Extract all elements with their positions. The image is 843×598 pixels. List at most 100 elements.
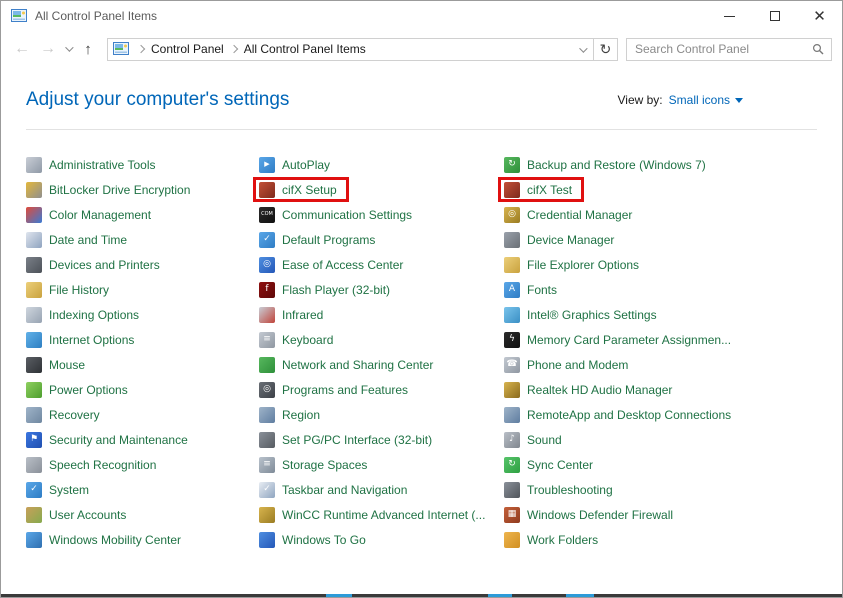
item-row: Work Folders: [504, 527, 834, 552]
control-panel-item-phone-and-modem[interactable]: ☎Phone and Modem: [504, 357, 628, 373]
control-panel-item-windows-defender-firewall[interactable]: ▦Windows Defender Firewall: [504, 507, 673, 523]
realtek-hd-audio-manager-icon: [504, 382, 520, 398]
control-panel-item-troubleshooting[interactable]: Troubleshooting: [504, 482, 613, 498]
control-panel-item-label: File Explorer Options: [527, 258, 639, 272]
control-panel-item-autoplay[interactable]: ▶AutoPlay: [259, 157, 330, 173]
control-panel-item-work-folders[interactable]: Work Folders: [504, 532, 598, 548]
control-panel-item-flash-player[interactable]: fFlash Player (32-bit): [259, 282, 390, 298]
control-panel-item-devices-and-printers[interactable]: Devices and Printers: [26, 257, 160, 273]
troubleshooting-icon: [504, 482, 520, 498]
ease-of-access-center-icon: ◎: [259, 257, 275, 273]
control-panel-item-network-and-sharing-center[interactable]: Network and Sharing Center: [259, 357, 433, 373]
control-panel-item-date-and-time[interactable]: Date and Time: [26, 232, 127, 248]
indexing-options-icon: [26, 307, 42, 323]
sync-center-icon: ↻: [504, 457, 520, 473]
control-panel-item-label: Intel® Graphics Settings: [527, 308, 657, 322]
control-panel-item-region[interactable]: Region: [259, 407, 320, 423]
control-panel-item-file-explorer-options[interactable]: File Explorer Options: [504, 257, 639, 273]
minimize-button[interactable]: [707, 1, 752, 31]
item-row: cifX Test: [504, 177, 834, 202]
control-panel-item-sync-center[interactable]: ↻Sync Center: [504, 457, 593, 473]
item-row: User Accounts: [26, 502, 256, 527]
control-panel-item-cifx-test[interactable]: cifX Test: [504, 182, 572, 198]
control-panel-item-remoteapp-and-desktop-connections[interactable]: RemoteApp and Desktop Connections: [504, 407, 731, 423]
control-panel-item-realtek-hd-audio-manager[interactable]: Realtek HD Audio Manager: [504, 382, 672, 398]
control-panel-item-programs-and-features[interactable]: ◎ Programs and Features: [259, 382, 408, 398]
address-bar[interactable]: Control Panel All Control Panel Items ↻: [107, 38, 618, 61]
control-panel-item-label: Realtek HD Audio Manager: [527, 383, 672, 397]
control-panel-item-system[interactable]: ✓System: [26, 482, 89, 498]
control-panel-item-user-accounts[interactable]: User Accounts: [26, 507, 126, 523]
control-panel-item-internet-options[interactable]: Internet Options: [26, 332, 134, 348]
recent-pages-chevron-icon[interactable]: [65, 43, 73, 51]
control-panel-item-administrative-tools[interactable]: Administrative Tools: [26, 157, 156, 173]
item-row: ✓System: [26, 477, 256, 502]
control-panel-item-label: Programs and Features: [282, 383, 408, 397]
search-input[interactable]: [627, 42, 812, 56]
view-by-dropdown[interactable]: Small icons: [669, 93, 743, 107]
control-panel-item-bitlocker-drive-encryption[interactable]: BitLocker Drive Encryption: [26, 182, 190, 198]
control-panel-item-sound[interactable]: ♪Sound: [504, 432, 562, 448]
control-panel-item-label: Storage Spaces: [282, 458, 367, 472]
control-panel-item-taskbar-and-navigation[interactable]: ✓Taskbar and Navigation: [259, 482, 407, 498]
control-panel-item-label: Sound: [527, 433, 562, 447]
breadcrumb-chevron-icon[interactable]: [137, 45, 145, 53]
control-panel-item-label: Mouse: [49, 358, 85, 372]
view-by-value: Small icons: [669, 93, 730, 107]
control-panel-item-ease-of-access-center[interactable]: ◎Ease of Access Center: [259, 257, 403, 273]
control-panel-item-memory-card-parameter-assignment[interactable]: ϟMemory Card Parameter Assignmen...: [504, 332, 731, 348]
forward-button[interactable]: →: [35, 41, 61, 57]
search-icon[interactable]: [812, 43, 824, 55]
control-panel-window: All Control Panel Items ✕ ← → ↑ Control …: [0, 0, 843, 598]
control-panel-item-power-options[interactable]: Power Options: [26, 382, 128, 398]
control-panel-item-fonts[interactable]: AFonts: [504, 282, 557, 298]
control-panel-item-label: Default Programs: [282, 233, 375, 247]
item-row: ≡Storage Spaces: [259, 452, 501, 477]
header-divider: [26, 129, 817, 130]
control-panel-item-label: Internet Options: [49, 333, 134, 347]
breadcrumb-chevron-icon[interactable]: [229, 45, 237, 53]
control-panel-item-indexing-options[interactable]: Indexing Options: [26, 307, 139, 323]
control-panel-item-cifx-setup[interactable]: cifX Setup: [259, 182, 337, 198]
item-row: ✓Taskbar and Navigation: [259, 477, 501, 502]
control-panel-item-windows-mobility-center[interactable]: Windows Mobility Center: [26, 532, 181, 548]
control-panel-item-label: System: [49, 483, 89, 497]
control-panel-item-intel-graphics-settings[interactable]: Intel® Graphics Settings: [504, 307, 657, 323]
up-button[interactable]: ↑: [75, 42, 101, 57]
control-panel-item-recovery[interactable]: Recovery: [26, 407, 100, 423]
control-panel-item-security-and-maintenance[interactable]: ⚑Security and Maintenance: [26, 432, 188, 448]
address-dropdown-button[interactable]: [571, 40, 593, 58]
item-row: Recovery: [26, 402, 256, 427]
back-button[interactable]: ←: [9, 41, 35, 57]
intel-graphics-settings-icon: [504, 307, 520, 323]
item-row: ◎Credential Manager: [504, 202, 834, 227]
control-panel-item-file-history[interactable]: File History: [26, 282, 109, 298]
programs-and-features-icon: ◎: [259, 382, 275, 398]
control-panel-item-label: Troubleshooting: [527, 483, 613, 497]
control-panel-item-label: Color Management: [49, 208, 151, 222]
control-panel-item-speech-recognition[interactable]: Speech Recognition: [26, 457, 156, 473]
breadcrumb-control-panel[interactable]: Control Panel: [151, 42, 224, 56]
infrared-icon: [259, 307, 275, 323]
control-panel-item-credential-manager[interactable]: ◎Credential Manager: [504, 207, 632, 223]
control-panel-item-color-management[interactable]: Color Management: [26, 207, 151, 223]
maximize-button[interactable]: [752, 1, 797, 31]
control-panel-item-backup-and-restore[interactable]: ↻Backup and Restore (Windows 7): [504, 157, 706, 173]
control-panel-item-label: Infrared: [282, 308, 323, 322]
items-column-3: ↻Backup and Restore (Windows 7) cifX Test…: [504, 152, 834, 552]
control-panel-item-keyboard[interactable]: ≡Keyboard: [259, 332, 333, 348]
control-panel-item-windows-to-go[interactable]: Windows To Go: [259, 532, 366, 548]
control-panel-item-infrared[interactable]: Infrared: [259, 307, 323, 323]
control-panel-item-storage-spaces[interactable]: ≡Storage Spaces: [259, 457, 367, 473]
refresh-button[interactable]: ↻: [593, 39, 617, 60]
close-button[interactable]: ✕: [797, 1, 842, 31]
breadcrumb-all-control-panel-items[interactable]: All Control Panel Items: [244, 42, 366, 56]
control-panel-item-wincc-runtime-advanced-internet[interactable]: WinCC Runtime Advanced Internet (...: [259, 507, 485, 523]
control-panel-item-label: Speech Recognition: [49, 458, 156, 472]
item-row: Mouse: [26, 352, 256, 377]
control-panel-item-default-programs[interactable]: ✓Default Programs: [259, 232, 375, 248]
control-panel-item-device-manager[interactable]: Device Manager: [504, 232, 614, 248]
control-panel-item-mouse[interactable]: Mouse: [26, 357, 85, 373]
control-panel-item-set-pg-pc-interface[interactable]: Set PG/PC Interface (32-bit): [259, 432, 432, 448]
control-panel-item-communication-settings[interactable]: COMCommunication Settings: [259, 207, 412, 223]
